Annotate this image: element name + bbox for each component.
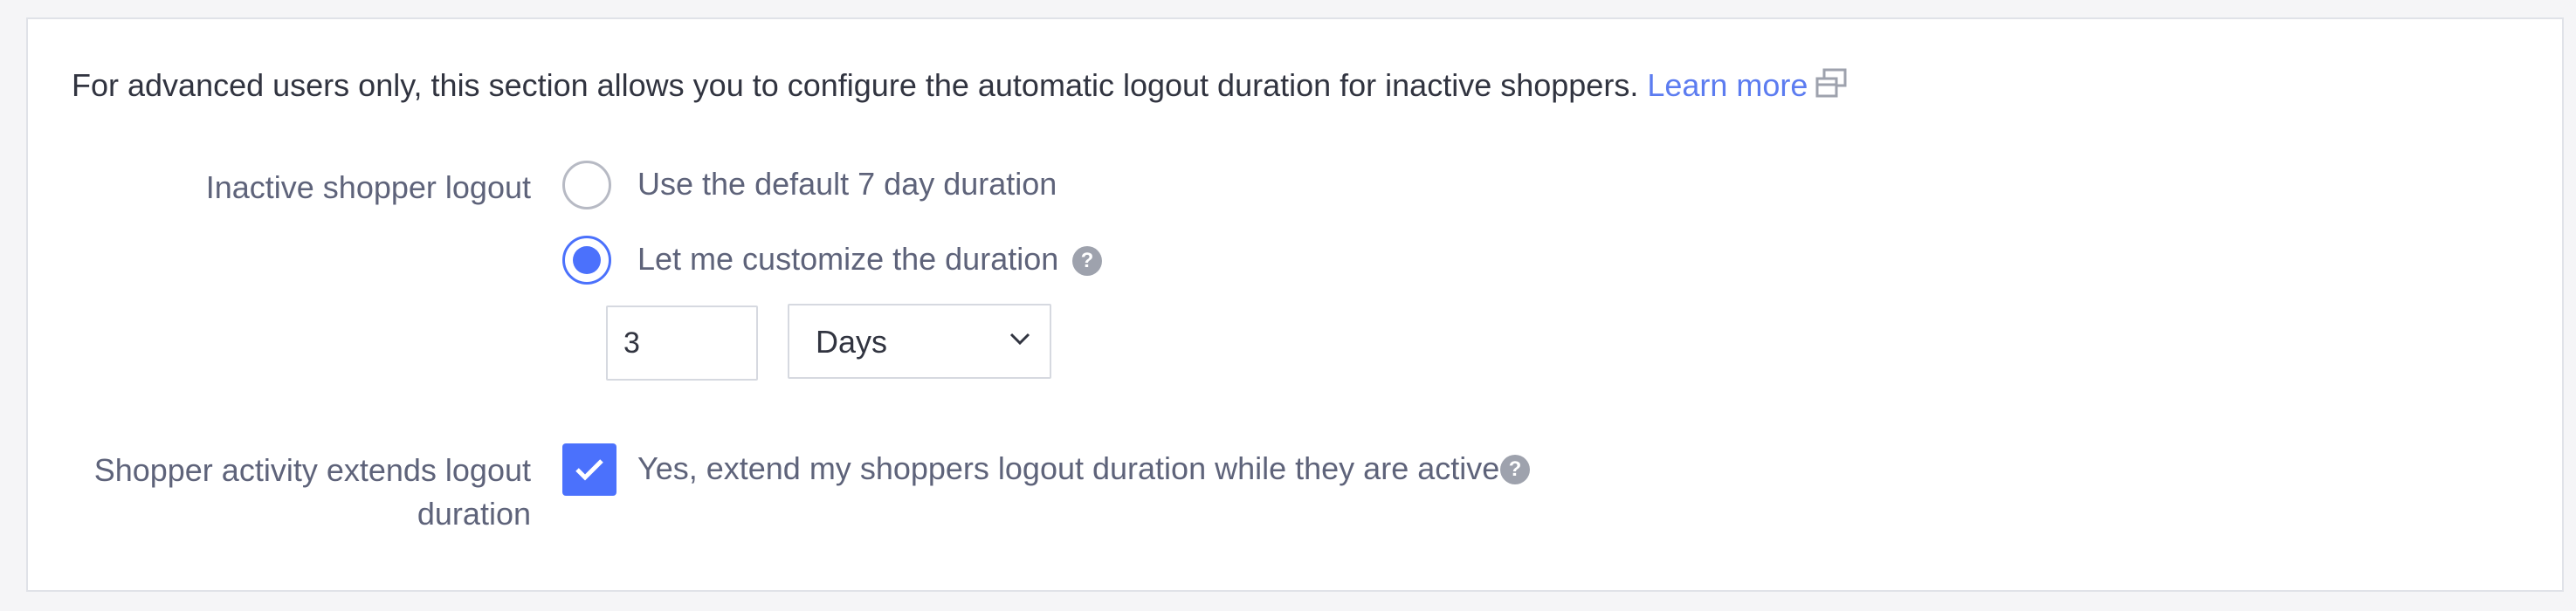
duration-value-input[interactable] <box>606 306 758 381</box>
activity-extends-label-line1: Shopper activity extends logout <box>93 452 531 488</box>
custom-duration-radio[interactable] <box>562 236 611 285</box>
external-link-icon <box>1815 68 1848 110</box>
activity-extends-label: Shopper activity extends logout duration <box>94 449 531 536</box>
learn-more-link[interactable]: Learn more <box>1647 67 1848 103</box>
custom-duration-label[interactable]: Let me customize the duration <box>637 237 1058 281</box>
activity-extends-label-line2: duration <box>417 496 531 532</box>
learn-more-label: Learn more <box>1647 67 1808 103</box>
default-duration-label[interactable]: Use the default 7 day duration <box>637 162 1057 206</box>
intro-text: For advanced users only, this section al… <box>72 67 1639 103</box>
extend-duration-checkbox[interactable] <box>562 443 616 496</box>
chevron-down-icon <box>1009 332 1030 350</box>
duration-unit-value: Days <box>816 324 888 360</box>
help-icon[interactable]: ? <box>1500 455 1530 484</box>
inactive-logout-label: Inactive shopper logout <box>205 169 531 205</box>
duration-unit-select[interactable]: Days <box>788 304 1051 379</box>
intro-text-row: For advanced users only, this section al… <box>72 65 1848 110</box>
extend-duration-label[interactable]: Yes, extend my shoppers logout duration … <box>637 447 1499 491</box>
help-icon[interactable]: ? <box>1072 246 1102 276</box>
default-duration-radio[interactable] <box>562 161 611 209</box>
checkmark-icon <box>575 459 603 481</box>
